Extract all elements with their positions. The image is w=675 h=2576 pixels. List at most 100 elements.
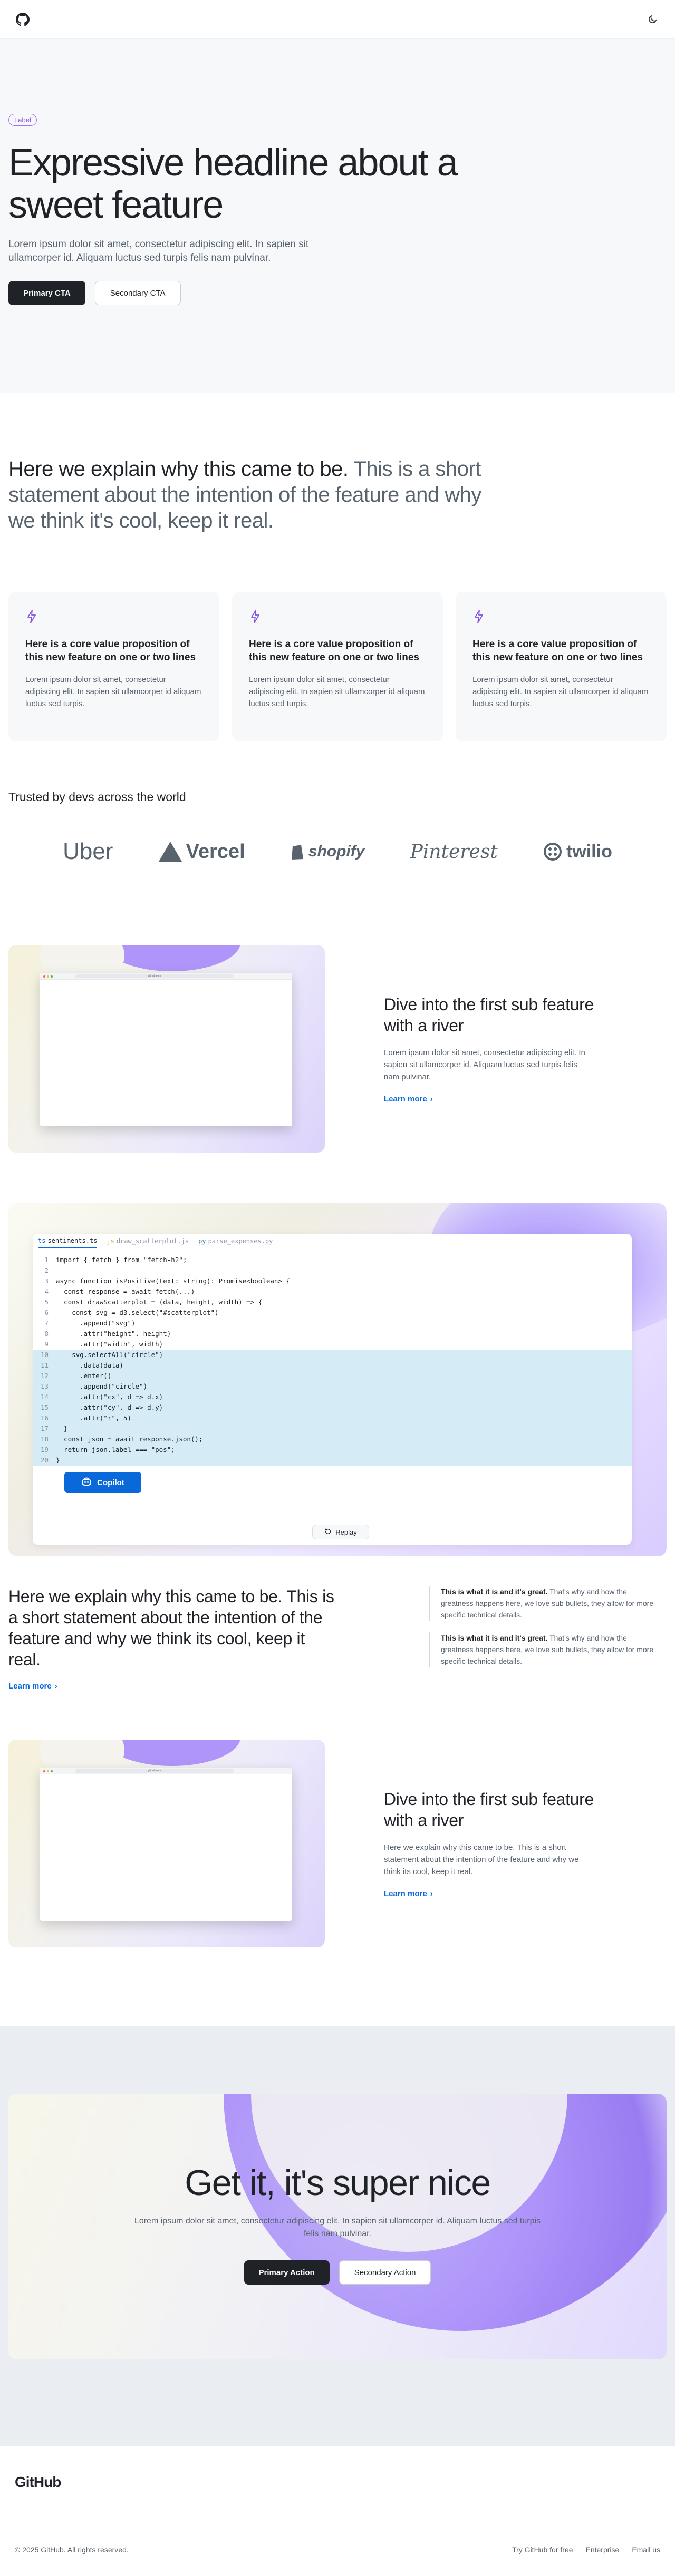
line-number: 9 — [44, 1340, 49, 1348]
code-line: 6 const svg = d3.select("#scatterplot") — [33, 1307, 632, 1318]
twilio-logo: twilio — [543, 842, 612, 862]
trusted-section: Trusted by devs across the world Uber Ve… — [0, 741, 675, 867]
code-line: 3 async function isPositive(text: string)… — [33, 1276, 632, 1286]
line-number: 13 — [40, 1382, 49, 1390]
sparkle-icon — [472, 610, 485, 626]
chevron-right-icon: › — [430, 1094, 433, 1104]
footer-links: Try GitHub for free Enterprise Email us — [512, 2545, 660, 2554]
line-number: 15 — [40, 1403, 49, 1411]
line-number: 14 — [40, 1393, 49, 1401]
learn-more-link[interactable]: Learn more › — [384, 1889, 433, 1898]
line-number: 2 — [44, 1266, 49, 1274]
browser-mockup: github.com — [40, 1768, 292, 1921]
bullet-item: This is what it is and it's great. That'… — [429, 1586, 660, 1621]
river-text: Dive into the first sub feature with a r… — [384, 1789, 595, 1899]
line-number: 5 — [44, 1298, 49, 1306]
line-number: 10 — [40, 1351, 49, 1359]
hero-section: Label Expressive headline about a sweet … — [0, 39, 675, 393]
hero-body: Lorem ipsum dolor sit amet, consectetur … — [8, 239, 309, 264]
river-title: Dive into the first sub feature with a r… — [384, 994, 594, 1035]
code-text: } — [56, 1456, 60, 1464]
explain-heading: Here we explain why this came to be. Thi… — [8, 1587, 334, 1669]
editor-tabs: ts sentiments.ts js draw_scatterplot.js py… — [33, 1234, 632, 1248]
secondary-cta-button[interactable]: Secondary CTA — [94, 281, 181, 305]
value-card: Here is a core value proposition of this… — [8, 592, 219, 741]
line-number: 17 — [40, 1424, 49, 1432]
cta-row: Primary Action Secondary Action — [8, 2260, 667, 2285]
pinterest-logo: Pinterest — [410, 841, 498, 863]
line-number: 7 — [44, 1319, 49, 1327]
learn-more-link[interactable]: Learn more › — [8, 1682, 57, 1691]
footer-link-try[interactable]: Try GitHub for free — [512, 2545, 573, 2554]
chevron-right-icon: › — [54, 1682, 57, 1691]
line-number: 12 — [40, 1372, 49, 1380]
cta-title: Get it, it's super nice — [185, 2163, 491, 2203]
moon-icon[interactable] — [644, 12, 660, 27]
code-text: .append("circle") — [56, 1382, 148, 1390]
value-card-title: Here is a core value proposition of this… — [249, 639, 420, 663]
tab-sentiments[interactable]: ts sentiments.ts — [38, 1234, 98, 1248]
river-section-2: github.com Dive into the first sub featu… — [0, 1740, 675, 1947]
replay-button[interactable]: Replay — [312, 1525, 369, 1539]
code-text: .attr("r", 5) — [56, 1414, 131, 1422]
line-number: 3 — [44, 1277, 49, 1285]
tab-draw-scatterplot[interactable]: js draw_scatterplot.js — [107, 1237, 189, 1245]
primary-action-button[interactable]: Primary Action — [244, 2260, 330, 2285]
replay-icon — [324, 1528, 332, 1537]
code-text: .attr("width", width) — [56, 1340, 163, 1348]
code-text: const json = await response.json(); — [56, 1435, 203, 1443]
sparkle-icon — [249, 610, 262, 626]
code-line: 8 .attr("height", height) — [33, 1329, 632, 1339]
code-text: .attr("cx", d => d.x) — [56, 1393, 163, 1401]
code-text: return json.label === "pos"; — [56, 1446, 175, 1453]
value-card: Here is a core value proposition of this… — [456, 592, 667, 741]
github-mark-icon[interactable] — [15, 12, 31, 27]
url-bar: github.com — [75, 974, 234, 978]
copilot-button[interactable]: Copilot — [64, 1472, 141, 1493]
copilot-icon — [81, 1477, 92, 1488]
primary-cta-button[interactable]: Primary CTA — [8, 281, 85, 305]
line-number: 1 — [44, 1256, 49, 1264]
code-text: .attr("cy", d => d.y) — [56, 1403, 163, 1411]
code-line: 18 const json = await response.json(); — [33, 1434, 632, 1445]
cta-card: Get it, it's super nice Lorem ipsum dolo… — [8, 2094, 667, 2359]
bullet-item: This is what it is and it's great. That'… — [429, 1632, 660, 1667]
code-line: 16 .attr("r", 5) — [33, 1413, 632, 1423]
river-body: Here we explain why this came to be. Thi… — [384, 1842, 579, 1876]
footer-link-enterprise[interactable]: Enterprise — [586, 2545, 620, 2554]
code-text: .enter() — [56, 1372, 112, 1380]
code-showcase: ts sentiments.ts js draw_scatterplot.js py… — [8, 1203, 667, 1556]
code-line: 17 } — [33, 1423, 632, 1434]
line-number: 6 — [44, 1309, 49, 1316]
line-number: 18 — [40, 1435, 49, 1443]
line-number: 11 — [40, 1361, 49, 1369]
browser-mockup: github.com — [40, 973, 292, 1126]
code-line: 15 .attr("cy", d => d.y) — [33, 1402, 632, 1413]
code-text: const response = await fetch(...) — [56, 1287, 195, 1295]
hero-headline: Expressive headline about a sweet featur… — [8, 142, 458, 226]
footer-brand[interactable]: GitHub — [15, 2474, 61, 2491]
river-media: github.com — [8, 945, 325, 1153]
footer-link-email[interactable]: Email us — [632, 2545, 660, 2554]
label-badge: Label — [8, 114, 37, 126]
code-text: const drawScatterplot = (data, height, w… — [56, 1298, 263, 1306]
code-editor: ts sentiments.ts js draw_scatterplot.js py… — [33, 1234, 632, 1545]
line-number: 16 — [40, 1414, 49, 1422]
code-line: 19 return json.label === "pos"; — [33, 1445, 632, 1455]
value-cards: Here is a core value proposition of this… — [0, 534, 675, 741]
code-text: .attr("height", height) — [56, 1330, 171, 1338]
code-line: 10 svg.selectAll("circle") — [33, 1350, 632, 1360]
secondary-action-button[interactable]: Secondary Action — [339, 2260, 431, 2285]
vercel-logo: Vercel — [158, 841, 245, 863]
code-line: 20} — [33, 1455, 632, 1466]
value-card-body: Lorem ipsum dolor sit amet, consectetur … — [249, 675, 425, 708]
line-number: 4 — [44, 1287, 49, 1295]
chevron-right-icon: › — [430, 1889, 433, 1898]
code-text: } — [56, 1424, 68, 1432]
page: Label Expressive headline about a sweet … — [0, 0, 675, 2576]
trusted-title: Trusted by devs across the world — [8, 790, 186, 804]
tab-parse-expenses[interactable]: py parse_expenses.py — [198, 1237, 273, 1245]
learn-more-link[interactable]: Learn more › — [384, 1095, 433, 1104]
cta-band: Get it, it's super nice Lorem ipsum dolo… — [0, 2026, 675, 2446]
code-text: .append("svg") — [56, 1319, 136, 1327]
